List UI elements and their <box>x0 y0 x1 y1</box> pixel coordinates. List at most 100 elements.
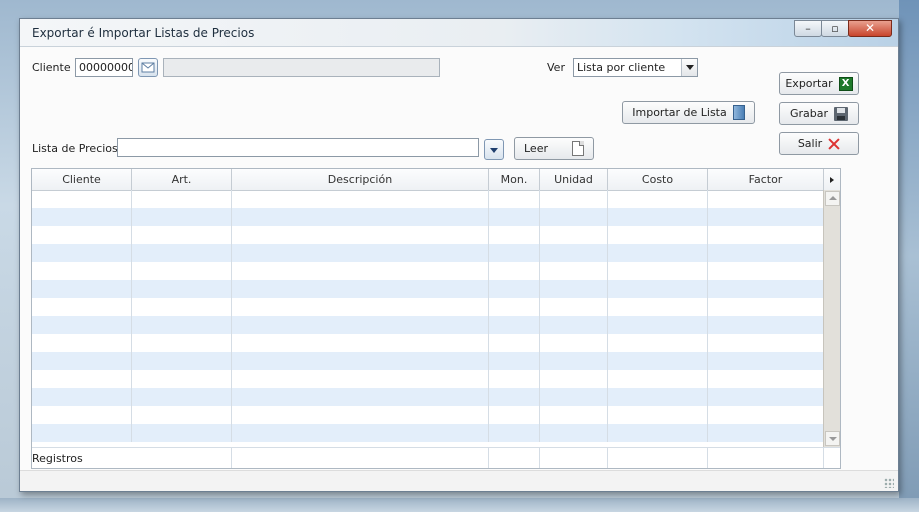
table-cell[interactable] <box>708 280 824 298</box>
table-row[interactable] <box>32 280 824 298</box>
table-row[interactable] <box>32 226 824 244</box>
table-cell[interactable] <box>708 352 824 370</box>
column-header-unidad[interactable]: Unidad <box>540 169 608 190</box>
table-cell[interactable] <box>132 244 232 262</box>
table-cell[interactable] <box>132 370 232 388</box>
table-cell[interactable] <box>489 298 540 316</box>
lista-de-precios-input[interactable] <box>117 138 479 157</box>
table-cell[interactable] <box>708 316 824 334</box>
table-cell[interactable] <box>489 226 540 244</box>
table-cell[interactable] <box>708 334 824 352</box>
table-cell[interactable] <box>32 190 132 208</box>
table-cell[interactable] <box>608 280 708 298</box>
table-cell[interactable] <box>489 262 540 280</box>
table-cell[interactable] <box>708 226 824 244</box>
table-row[interactable] <box>32 406 824 424</box>
table-cell[interactable] <box>32 406 132 424</box>
table-cell[interactable] <box>232 406 489 424</box>
table-cell[interactable] <box>708 244 824 262</box>
leer-button[interactable]: Leer <box>514 137 594 160</box>
table-cell[interactable] <box>232 298 489 316</box>
table-cell[interactable] <box>608 352 708 370</box>
table-cell[interactable] <box>132 298 232 316</box>
table-cell[interactable] <box>489 370 540 388</box>
cliente-code-input[interactable]: 00000000 <box>75 58 133 77</box>
table-cell[interactable] <box>232 280 489 298</box>
table-cell[interactable] <box>489 190 540 208</box>
table-cell[interactable] <box>608 334 708 352</box>
grabar-button[interactable]: Grabar <box>779 102 859 125</box>
column-scroll-right-button[interactable] <box>824 169 840 190</box>
importar-de-lista-button[interactable]: Importar de Lista <box>622 101 755 124</box>
scroll-up-button[interactable] <box>825 191 840 206</box>
scroll-down-button[interactable] <box>825 431 840 446</box>
column-header-costo[interactable]: Costo <box>608 169 708 190</box>
ver-select[interactable]: Lista por cliente <box>573 58 698 77</box>
table-cell[interactable] <box>540 388 608 406</box>
table-cell[interactable] <box>608 208 708 226</box>
table-cell[interactable] <box>489 406 540 424</box>
table-cell[interactable] <box>232 244 489 262</box>
lista-dropdown-button[interactable] <box>484 139 504 160</box>
table-cell[interactable] <box>32 244 132 262</box>
table-row[interactable] <box>32 208 824 226</box>
close-window-button[interactable]: ✕ <box>848 20 892 37</box>
resize-grip-icon[interactable] <box>884 478 894 488</box>
table-cell[interactable] <box>132 316 232 334</box>
table-cell[interactable] <box>32 226 132 244</box>
table-cell[interactable] <box>132 226 232 244</box>
table-cell[interactable] <box>32 280 132 298</box>
table-cell[interactable] <box>132 208 232 226</box>
table-cell[interactable] <box>132 388 232 406</box>
table-cell[interactable] <box>132 424 232 442</box>
table-row[interactable] <box>32 424 824 442</box>
table-cell[interactable] <box>489 280 540 298</box>
table-cell[interactable] <box>608 388 708 406</box>
table-row[interactable] <box>32 244 824 262</box>
table-cell[interactable] <box>708 208 824 226</box>
table-cell[interactable] <box>232 370 489 388</box>
column-header-factor[interactable]: Factor <box>708 169 824 190</box>
table-cell[interactable] <box>32 208 132 226</box>
table-cell[interactable] <box>32 370 132 388</box>
table-cell[interactable] <box>540 244 608 262</box>
table-cell[interactable] <box>132 406 232 424</box>
chevron-down-icon[interactable] <box>681 59 697 76</box>
maximize-button[interactable]: ▫ <box>821 20 849 37</box>
table-cell[interactable] <box>32 298 132 316</box>
table-cell[interactable] <box>608 424 708 442</box>
table-cell[interactable] <box>132 352 232 370</box>
table-row[interactable] <box>32 334 824 352</box>
table-cell[interactable] <box>608 226 708 244</box>
table-cell[interactable] <box>232 388 489 406</box>
table-cell[interactable] <box>232 190 489 208</box>
table-cell[interactable] <box>608 406 708 424</box>
table-cell[interactable] <box>489 352 540 370</box>
table-cell[interactable] <box>32 334 132 352</box>
title-bar[interactable]: Exportar é Importar Listas de Precios – … <box>20 19 898 47</box>
table-cell[interactable] <box>608 370 708 388</box>
table-cell[interactable] <box>232 226 489 244</box>
table-cell[interactable] <box>708 262 824 280</box>
column-header-cliente[interactable]: Cliente <box>32 169 132 190</box>
table-cell[interactable] <box>489 424 540 442</box>
table-cell[interactable] <box>540 424 608 442</box>
table-cell[interactable] <box>32 424 132 442</box>
table-cell[interactable] <box>708 298 824 316</box>
table-row[interactable] <box>32 298 824 316</box>
table-cell[interactable] <box>489 388 540 406</box>
salir-button[interactable]: Salir <box>779 132 859 155</box>
table-row[interactable] <box>32 370 824 388</box>
table-cell[interactable] <box>32 262 132 280</box>
table-row[interactable] <box>32 388 824 406</box>
table-cell[interactable] <box>489 316 540 334</box>
table-cell[interactable] <box>232 334 489 352</box>
table-cell[interactable] <box>540 352 608 370</box>
table-cell[interactable] <box>540 280 608 298</box>
table-cell[interactable] <box>540 190 608 208</box>
table-cell[interactable] <box>540 334 608 352</box>
table-cell[interactable] <box>232 316 489 334</box>
table-row[interactable] <box>32 316 824 334</box>
table-cell[interactable] <box>708 424 824 442</box>
table-cell[interactable] <box>708 388 824 406</box>
